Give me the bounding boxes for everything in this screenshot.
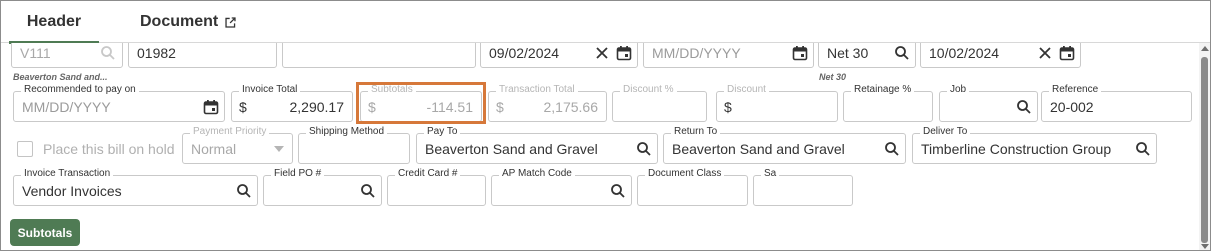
payment-priority-label: Payment Priority	[190, 126, 270, 138]
due-date-field[interactable]: MM/DD/YYYY	[643, 43, 814, 68]
invoice-date-value: 09/02/2024	[489, 45, 560, 61]
recommended-pay-date-placeholder: MM/DD/YYYY	[22, 99, 111, 115]
tab-header[interactable]: Header	[9, 1, 99, 44]
calendar-icon[interactable]	[1059, 45, 1075, 61]
hold-checkbox-label: Place this bill on hold	[43, 141, 175, 157]
subtotals-highlight	[356, 82, 486, 124]
return-to-field[interactable]: Return To Beaverton Sand and Gravel	[663, 126, 906, 164]
terms-value: Net 30	[827, 45, 869, 61]
field-po-label: Field PO #	[271, 168, 325, 180]
invoice-date-field[interactable]: 09/02/2024	[480, 43, 638, 68]
scrollbar-thumb[interactable]	[1201, 57, 1208, 243]
sa-label: Sa	[761, 168, 780, 180]
calendar-icon[interactable]	[792, 45, 808, 61]
sa-field[interactable]: Sa	[753, 168, 853, 206]
scroll-up-arrow-icon[interactable]	[1201, 46, 1209, 51]
terms-caption: Net 30	[819, 72, 847, 82]
vendor-caption: Beaverton Sand and...	[13, 72, 108, 82]
retainage-label: Retainage %	[851, 84, 915, 96]
calendar-icon[interactable]	[616, 45, 632, 61]
search-icon[interactable]	[1135, 141, 1151, 157]
invoice-number-value: 01982	[137, 45, 176, 61]
clear-icon[interactable]	[1037, 45, 1053, 61]
calendar-icon[interactable]	[203, 99, 219, 115]
retainage-field[interactable]: Retainage %	[843, 84, 933, 122]
invoice-transaction-value: Vendor Invoices	[22, 183, 122, 199]
search-icon[interactable]	[894, 45, 910, 61]
search-icon[interactable]	[884, 141, 900, 157]
invoice-total-value: 2,290.17	[289, 99, 345, 115]
currency-symbol: $	[496, 99, 504, 115]
invoice-transaction-field[interactable]: Invoice Transaction Vendor Invoices	[13, 168, 258, 206]
pay-to-field[interactable]: Pay To Beaverton Sand and Gravel	[416, 126, 658, 164]
hold-checkbox-row[interactable]: Place this bill on hold	[17, 139, 175, 159]
shipping-method-field[interactable]: Shipping Method	[298, 126, 410, 164]
clear-icon[interactable]	[594, 45, 610, 61]
discount-field[interactable]: Discount $	[716, 84, 838, 122]
vertical-scrollbar[interactable]	[1199, 43, 1210, 250]
window: Header Document V111 Beaverton Sand and.…	[0, 0, 1211, 251]
subtotals-button-label: Subtotals	[17, 225, 73, 240]
dropdown-arrow-icon	[274, 146, 284, 152]
due-date-placeholder: MM/DD/YYYY	[652, 45, 741, 61]
blank-field[interactable]	[282, 43, 476, 68]
tab-header-label: Header	[26, 13, 82, 30]
search-icon[interactable]	[236, 183, 252, 199]
currency-symbol: $	[239, 99, 247, 115]
field-po-field[interactable]: Field PO #	[263, 168, 382, 206]
subtotals-button[interactable]: Subtotals	[10, 219, 80, 246]
recommended-pay-date-field[interactable]: Recommended to pay on MM/DD/YYYY	[13, 84, 225, 122]
tab-document-label: Document	[140, 13, 219, 30]
transaction-total-field: Transaction Total $ 2,175.66	[488, 84, 607, 122]
document-class-field[interactable]: Document Class	[637, 168, 748, 206]
search-icon[interactable]	[100, 45, 116, 61]
credit-card-label: Credit Card #	[395, 168, 461, 180]
credit-card-field[interactable]: Credit Card #	[387, 168, 486, 206]
invoice-total-label: Invoice Total	[239, 84, 301, 96]
vendor-value: V111	[20, 45, 51, 61]
recommended-pay-date-label: Recommended to pay on	[21, 84, 139, 96]
discount-label: Discount	[724, 84, 769, 96]
deliver-to-label: Deliver To	[920, 126, 971, 138]
job-field[interactable]: Job	[939, 84, 1038, 122]
search-icon[interactable]	[636, 141, 652, 157]
return-to-label: Return To	[671, 126, 721, 138]
discount-percent-field: Discount %	[612, 84, 707, 122]
header-form: V111 Beaverton Sand and... 01982 09/02/2…	[1, 43, 1199, 250]
reference-field[interactable]: Reference 20-002	[1041, 84, 1192, 122]
ap-match-code-label: AP Match Code	[499, 168, 575, 180]
reference-label: Reference	[1049, 84, 1102, 96]
discount-percent-label: Discount %	[620, 84, 677, 96]
invoice-total-field[interactable]: Invoice Total $ 2,290.17	[231, 84, 353, 122]
search-icon[interactable]	[360, 183, 376, 199]
pay-to-value: Beaverton Sand and Gravel	[425, 141, 598, 157]
invoice-number-field[interactable]: 01982	[128, 43, 277, 68]
transaction-total-label: Transaction Total	[496, 84, 578, 96]
search-icon[interactable]	[610, 183, 626, 199]
external-link-icon	[225, 16, 236, 28]
currency-symbol: $	[724, 99, 732, 115]
vendor-field[interactable]: V111	[11, 43, 123, 68]
ap-match-code-field[interactable]: AP Match Code	[491, 168, 632, 206]
payment-priority-select: Payment Priority Normal	[182, 126, 293, 164]
discount-date-value: 10/02/2024	[929, 45, 1000, 61]
return-to-value: Beaverton Sand and Gravel	[672, 141, 845, 157]
tab-document[interactable]: Document	[140, 1, 237, 43]
document-class-label: Document Class	[645, 168, 725, 180]
pay-to-label: Pay To	[424, 126, 461, 138]
transaction-total-value: 2,175.66	[543, 99, 599, 115]
reference-value: 20-002	[1050, 99, 1094, 115]
terms-field[interactable]: Net 30	[818, 43, 916, 68]
payment-priority-value: Normal	[191, 141, 237, 157]
job-label: Job	[947, 84, 970, 96]
tab-bar: Header Document	[1, 1, 1210, 44]
discount-date-field[interactable]: 10/02/2024	[920, 43, 1081, 68]
search-icon[interactable]	[1016, 99, 1032, 115]
shipping-method-label: Shipping Method	[306, 126, 388, 138]
invoice-transaction-label: Invoice Transaction	[21, 168, 114, 180]
scroll-down-arrow-icon[interactable]	[1201, 244, 1209, 249]
deliver-to-field[interactable]: Deliver To Timberline Construction Group	[912, 126, 1157, 164]
hold-checkbox[interactable]	[17, 141, 33, 157]
deliver-to-value: Timberline Construction Group	[921, 141, 1112, 157]
